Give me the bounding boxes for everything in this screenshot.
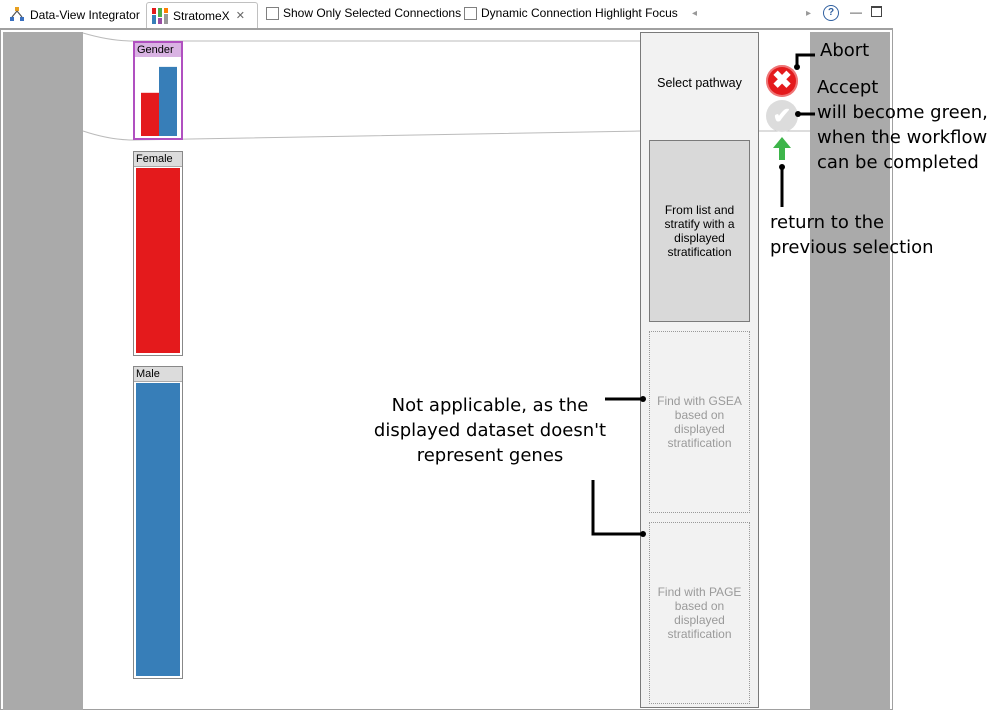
accept-annotation: Accept will become green, when the workf… bbox=[817, 77, 988, 173]
male-bar bbox=[159, 66, 177, 136]
option-label: Find with PAGE based on displayed strati… bbox=[657, 585, 742, 641]
abort-annotation: Abort bbox=[820, 40, 870, 61]
male-fill bbox=[136, 383, 180, 676]
panel-title: Select pathway bbox=[657, 76, 742, 90]
not-applicable-annotation: Not applicable, as the displayed dataset… bbox=[373, 395, 607, 466]
gender-label: Gender bbox=[135, 43, 181, 57]
from-list-option-button[interactable]: From list and stratify with a displayed … bbox=[649, 140, 750, 322]
accept-icon[interactable]: ✔ bbox=[766, 100, 798, 132]
abort-icon[interactable]: ✖ bbox=[766, 65, 798, 97]
gsea-option-button: Find with GSEA based on displayed strati… bbox=[649, 331, 750, 513]
female-label: Female bbox=[134, 152, 182, 167]
male-label: Male bbox=[134, 367, 182, 382]
back-arrow-icon[interactable] bbox=[772, 136, 792, 162]
page-option-button: Find with PAGE based on displayed strati… bbox=[649, 522, 750, 704]
female-fill bbox=[136, 168, 180, 353]
male-cluster[interactable]: Male bbox=[133, 366, 183, 679]
option-label: From list and stratify with a displayed … bbox=[664, 203, 735, 259]
female-cluster[interactable]: Female bbox=[133, 151, 183, 356]
gender-summary-chart bbox=[141, 66, 177, 136]
option-label: Find with GSEA based on displayed strati… bbox=[657, 394, 742, 450]
return-annotation: return to the previous selection bbox=[770, 212, 934, 258]
gender-stratification-header[interactable]: Gender bbox=[133, 41, 183, 140]
female-bar bbox=[141, 92, 159, 136]
